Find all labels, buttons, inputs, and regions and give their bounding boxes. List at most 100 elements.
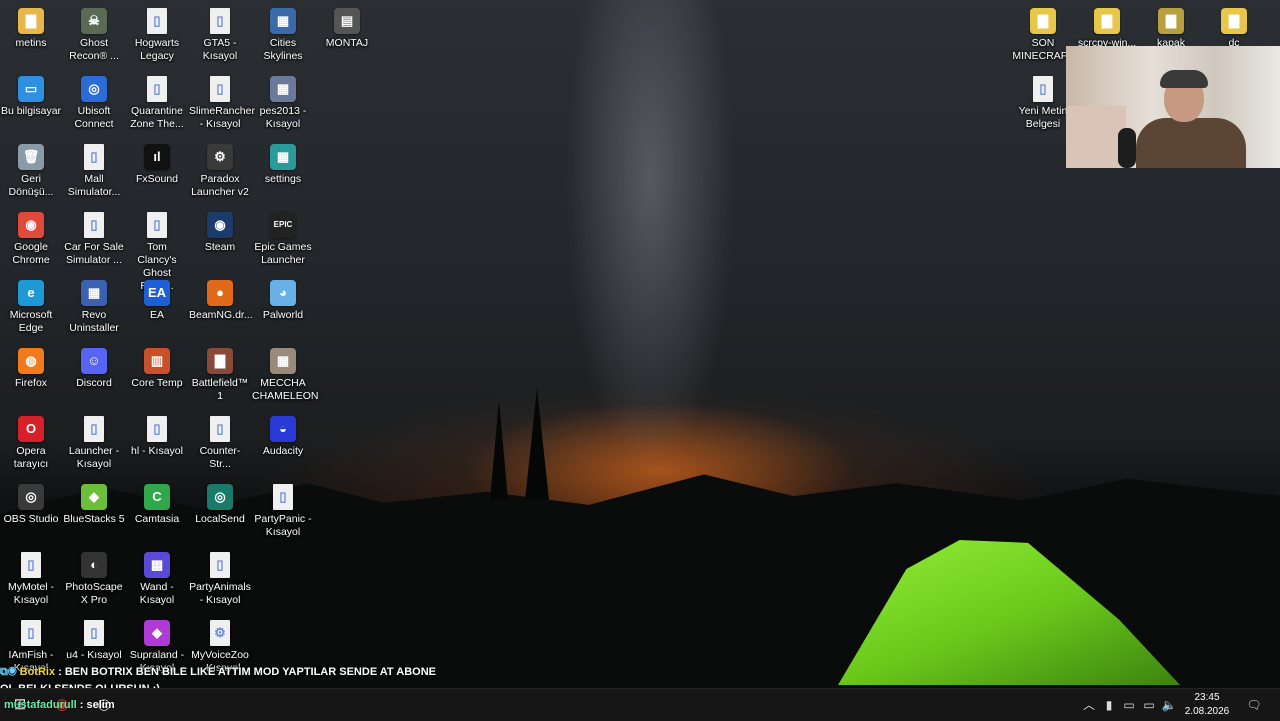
beamng-dr-icon: ● [207,280,233,306]
desktop-icon-partyanimals-k-sayol[interactable]: ▯ PartyAnimals - Kısayol [189,548,251,607]
desktop-icon-slimerancher-k-sayol[interactable]: ▯ SlimeRancher - Kısayol [189,72,255,131]
chat-username: BotRix [19,666,56,678]
taskbar-clock[interactable]: 23:45 2.08.2026 [1180,691,1234,719]
desktop-icon-ea[interactable]: EA EA [126,276,188,322]
paradox-launcher-v2-icon: ⚙ [207,144,233,170]
desktop-icon-settings[interactable]: ▦ settings [252,140,314,186]
core-temp-icon: ▥ [144,348,170,374]
microphone-icon[interactable]: ▮ [1100,689,1118,721]
desktop: ▇ metins ▭ Bu bilgisayar 🗑 Geri Dönüşü... ◉ Goo… [0,0,1280,695]
desktop-icon-car-for-sale-simulator[interactable]: ▯ Car For Sale Simulator ... [63,208,125,267]
icon-label: MyMotel - Kısayol [7,581,55,606]
usb-icon[interactable]: ▭ [1120,689,1138,721]
network-icon[interactable]: ▭ [1140,689,1158,721]
desktop-icon-kapak[interactable]: ▇ kapak [1140,4,1202,50]
desktop-icon-pes2013-k-sayol[interactable]: ▦ pes2013 - Kısayol [252,72,314,131]
settings-icon: ▦ [270,144,296,170]
desktop-icon-google-chrome[interactable]: ◉ Google Chrome [0,208,62,267]
desktop-icon-battlefield-1[interactable]: ▇ Battlefield™ 1 [189,344,251,403]
yeni-metin-belgesi-icon: ▯ [1033,76,1053,102]
desktop-icon-cities-skylines[interactable]: ▦ Cities Skylines [252,4,314,63]
desktop-icon-opera-taray-c[interactable]: O Opera tarayıcı [0,412,62,471]
desktop-icon-epic-games-launcher[interactable]: EPIC Epic Games Launcher [252,208,314,267]
desktop-icon-mall-simulator[interactable]: ▯ Mall Simulator... [63,140,125,199]
meccha-chameleon-icon: ▦ [270,348,296,374]
chevron-up-icon[interactable]: ︿ [1080,689,1098,721]
desktop-icon-paradox-launcher-v2[interactable]: ⚙ Paradox Launcher v2 [189,140,251,199]
desktop-icon-scrcpy-win[interactable]: ▇ scrcpy-win... [1076,4,1138,50]
desktop-icon-steam[interactable]: ◉ Steam [189,208,251,254]
desktop-icon-wand-k-sayol[interactable]: ▩ Wand - Kısayol [126,548,188,607]
icon-label: Epic Games Launcher [254,241,312,266]
desktop-icon-mymotel-k-sayol[interactable]: ▯ MyMotel - Kısayol [0,548,62,607]
desktop-icon-yeni-metin-belgesi[interactable]: ▯ Yeni Metin Belgesi [1012,72,1074,131]
volume-icon[interactable]: 🔈 [1160,689,1178,721]
desktop-icon-hl-k-sayol[interactable]: ▯ hl - Kısayol [126,412,188,458]
icon-label: Cities Skylines [263,37,303,62]
icon-label: Quarantine Zone The... [130,105,184,130]
desktop-icon-ubisoft-connect[interactable]: ◎ Ubisoft Connect [63,72,125,131]
desktop-icon-core-temp[interactable]: ▥ Core Temp [126,344,188,390]
desktop-icon-counter-str[interactable]: ▯ Counter-Str... [189,412,251,471]
icon-label: Firefox [14,377,48,389]
desktop-icon-revo-uninstaller[interactable]: ▦ Revo Uninstaller [63,276,125,335]
icon-label: Core Temp [131,377,183,389]
kapak-icon: ▇ [1158,8,1184,34]
chat-message: mustafadurull : selim [4,699,115,711]
desktop-icon-montaj[interactable]: ▤ MONTAJ [316,4,378,50]
desktop-icon-gta5-k-sayol[interactable]: ▯ GTA5 - Kısayol [189,4,251,63]
bot-icon: ⧉◉ [0,666,20,678]
desktop-icon-son-minecraft[interactable]: ▇ SON MINECRAFT [1012,4,1074,63]
desktop-icon-dc[interactable]: ▇ dc [1203,4,1265,50]
notification-icon[interactable]: 🗨 [1244,689,1264,721]
desktop-icon-quarantine-zone-the[interactable]: ▯ Quarantine Zone The... [126,72,188,131]
desktop-icon-metins[interactable]: ▇ metins [0,4,62,50]
desktop-icon-geri-d-n[interactable]: 🗑 Geri Dönüşü... [0,140,62,199]
mymotel-k-sayol-icon: ▯ [21,552,41,578]
icon-label: Bu bilgisayar [0,105,62,117]
desktop-icon-camtasia[interactable]: C Camtasia [126,480,188,526]
iamfish-k-sayol-icon: ▯ [21,620,41,646]
icon-label: Microsoft Edge [9,309,53,334]
desktop-icon-fxsound[interactable]: ıl FxSound [126,140,188,186]
desktop-icon-bluestacks-5[interactable]: ◆ BlueStacks 5 [63,480,125,526]
icon-label: hl - Kısayol [131,445,183,457]
icon-label: LocalSend [195,513,245,525]
myvoicezoo-k-sayol-icon: ⚙ [210,620,230,646]
desktop-icon-hogwarts-legacy[interactable]: ▯ Hogwarts Legacy [126,4,188,63]
desktop-icon-bu-bilgisayar[interactable]: ▭ Bu bilgisayar [0,72,62,118]
icon-label: Discord [76,377,112,389]
icon-label: OBS Studio [3,513,59,525]
icon-label: EA [149,309,164,321]
desktop-icon-partypanic-k-sayol[interactable]: ▯ PartyPanic - Kısayol [252,480,314,539]
desktop-icon-firefox[interactable]: ◍ Firefox [0,344,62,390]
icon-label: Wand - Kısayol [139,581,175,606]
icon-label: PartyPanic - Kısayol [254,513,312,538]
fxsound-icon: ıl [144,144,170,170]
icon-label: Paradox Launcher v2 [191,173,249,198]
counter-str-icon: ▯ [210,416,230,442]
icon-label: Camtasia [134,513,180,525]
microsoft-edge-icon: e [18,280,44,306]
quarantine-zone-the-icon: ▯ [147,76,167,102]
desktop-icon-discord[interactable]: ☺ Discord [63,344,125,390]
desktop-icon-microsoft-edge[interactable]: e Microsoft Edge [0,276,62,335]
icon-label: Palworld [262,309,304,321]
desktop-icon-audacity[interactable]: ◒ Audacity [252,412,314,458]
hogwarts-legacy-icon: ▯ [147,8,167,34]
desktop-icon-beamng-dr[interactable]: ● BeamNG.dr... [189,276,253,322]
desktop-icon-meccha-chameleon[interactable]: ▦ MECCHA CHAMELEON [252,344,319,403]
desktop-icon-localsend[interactable]: ◎ LocalSend [189,480,251,526]
desktop-icon-u4-k-sayol[interactable]: ▯ u4 - Kısayol [63,616,125,662]
taskbar: ⊞ ◉ ◎ mustafadurull : selim ︿ ▮ ▭ ▭ 🔈 23… [0,688,1280,721]
desktop-icon-launcher-k-sayol[interactable]: ▯ Launcher - Kısayol [63,412,125,471]
car-for-sale-simulator-icon: ▯ [84,212,104,238]
desktop-icon-obs-studio[interactable]: ◎ OBS Studio [0,480,62,526]
chat-message: ⧉◉ BotRix : BEN BOTRIX BEN BILE LIKE ATT… [0,664,436,681]
firefox-icon: ◍ [18,348,44,374]
icon-label: Launcher - Kısayol [68,445,120,470]
desktop-icon-photoscape-x-pro[interactable]: ◐ PhotoScape X Pro [63,548,125,607]
desktop-icon-palworld[interactable]: ◕ Palworld [252,276,314,322]
desktop-icon-ghost-recon[interactable]: ☠ Ghost Recon® ... [63,4,125,63]
camtasia-icon: C [144,484,170,510]
